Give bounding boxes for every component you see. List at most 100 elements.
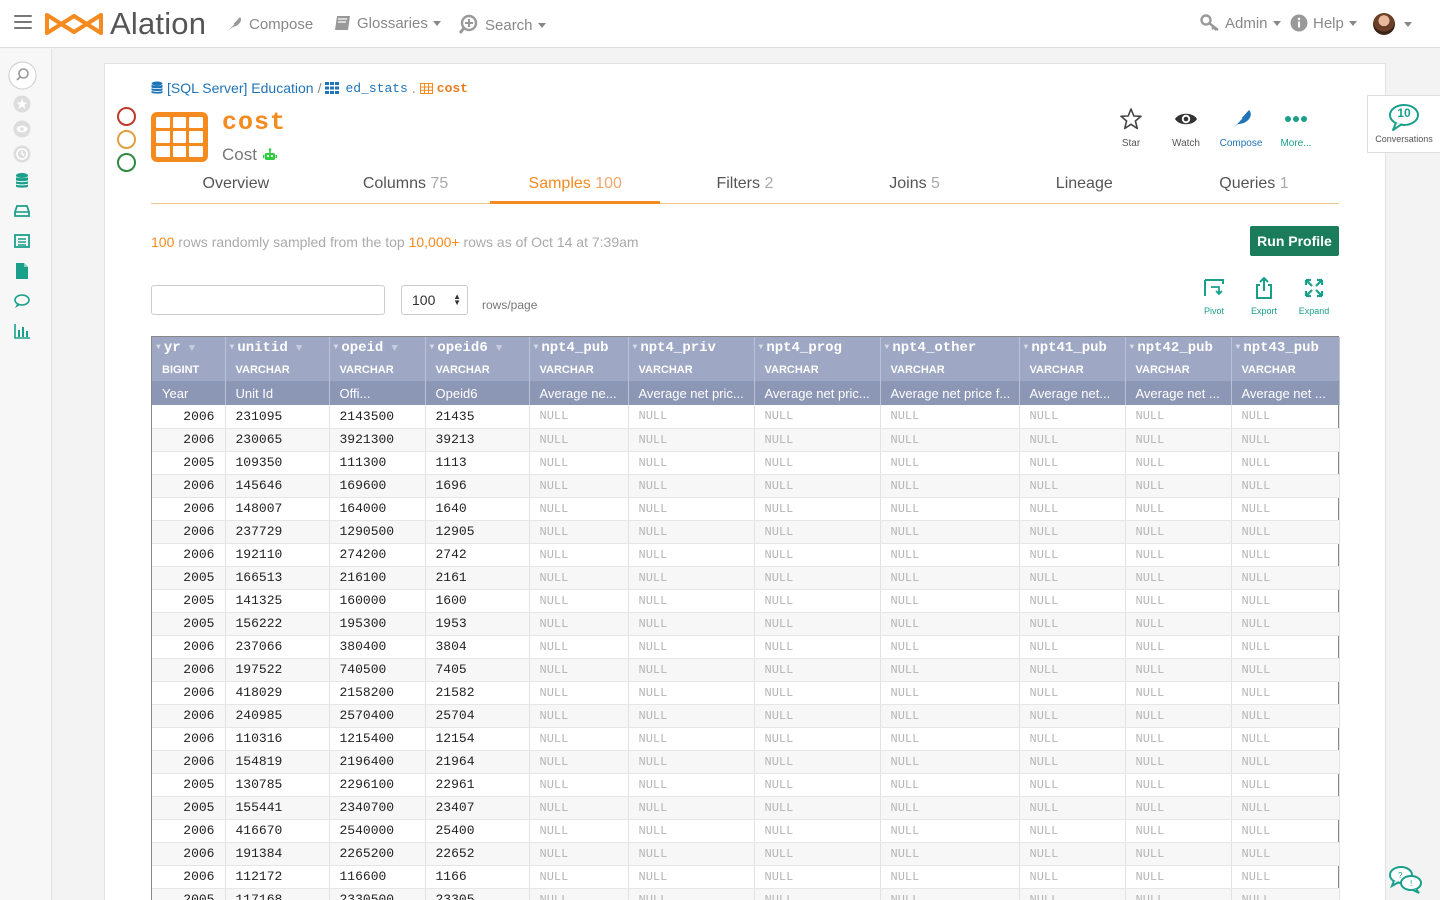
table-row[interactable]: 2006 230065 3921300 39213 NULL NULL NULL NULL NU… [152,428,1340,452]
column-header-yr[interactable]: ▼ yr ▼ [152,337,226,359]
column-header-npt42_pub[interactable]: ▼ npt42_pub [1125,337,1232,359]
database-icon[interactable] [13,172,31,190]
column-header-npt4_pub[interactable]: ▼ npt4_pub [529,337,629,359]
nav-search[interactable]: Search [458,14,546,36]
tab-queries[interactable]: Queries 1 [1169,168,1339,203]
nav-help[interactable]: Help [1290,14,1357,32]
sort-caret-icon[interactable]: ▼ [1024,343,1029,352]
alation-logo[interactable]: Alation [44,6,206,41]
bar-chart-icon[interactable] [13,322,31,340]
table-row[interactable]: 2005 155441 2340700 23407 NULL NULL NULL NULL NU… [152,796,1340,820]
tab-joins[interactable]: Joins 5 [830,168,1000,203]
column-header-npt4_other[interactable]: ▼ npt4_other [880,337,1020,359]
breadcrumb-datasource[interactable]: [SQL Server] Education [167,80,314,96]
sort-caret-icon[interactable]: ▼ [534,343,539,352]
conversations-widget[interactable]: 10 Conversations [1367,95,1440,153]
history-icon[interactable] [13,145,31,163]
document-icon[interactable] [13,262,31,280]
nav-glossaries[interactable]: Glossaries [333,14,441,32]
table-row[interactable]: 2006 416670 2540000 25400 NULL NULL NULL NULL NU… [152,819,1340,843]
sample-filter-input[interactable] [151,285,385,315]
table-row[interactable]: 2006 145646 169600 1696 NULL NULL NULL NULL NULL… [152,474,1340,498]
compose-button[interactable]: Compose [1211,106,1271,149]
column-header-npt41_pub[interactable]: ▼ npt41_pub [1019,337,1126,359]
table-row[interactable]: 2006 237729 1290500 12905 NULL NULL NULL NULL NU… [152,520,1340,544]
tab-filters[interactable]: Filters 2 [660,168,830,203]
cell-yr: 2006 [152,543,226,567]
table-row[interactable]: 2005 166513 216100 2161 NULL NULL NULL NULL NULL… [152,566,1340,590]
nav-admin[interactable]: Admin [1200,14,1281,32]
sort-caret-icon[interactable]: ▼ [633,343,638,352]
cell-null: NULL [1125,888,1232,900]
trust-flag-deprecated[interactable] [117,107,136,126]
column-filter-icon[interactable]: ▼ [496,343,503,355]
table-row[interactable]: 2006 197522 740500 7405 NULL NULL NULL NULL NULL… [152,658,1340,682]
sort-caret-icon[interactable]: ▼ [1130,343,1135,352]
search-icon[interactable] [8,61,37,90]
sort-caret-icon[interactable]: ▼ [430,343,435,352]
rows-per-page-select[interactable]: 100 ▲ ▼ [401,285,468,315]
svg-text:?: ? [1398,871,1403,880]
sort-caret-icon[interactable]: ▼ [156,343,161,352]
column-filter-icon[interactable]: ▼ [391,343,398,355]
tab-samples[interactable]: Samples 100 [490,168,660,204]
table-row[interactable]: 2006 154819 2196400 21964 NULL NULL NULL NULL NU… [152,750,1340,774]
comment-icon[interactable] [13,292,31,310]
cell-unitid: 155441 [225,796,330,820]
table-row[interactable]: 2006 192110 274200 2742 NULL NULL NULL NULL NULL… [152,543,1340,567]
column-filter-icon[interactable]: ▼ [296,343,303,355]
breadcrumb-schema[interactable]: ed_stats [345,81,407,96]
tab-samples-count: 100 [595,175,622,192]
column-header-opeid[interactable]: ▼ opeid ▼ [329,337,426,359]
export-button[interactable]: Export [1242,275,1286,316]
trust-flag-warning[interactable] [117,130,136,149]
table-row[interactable]: 2006 237066 380400 3804 NULL NULL NULL NULL NULL… [152,635,1340,659]
pivot-button[interactable]: Pivot [1192,275,1236,316]
expand-button[interactable]: Expand [1292,275,1336,316]
watch-button[interactable]: Watch [1156,106,1216,149]
table-row[interactable]: 2005 156222 195300 1953 NULL NULL NULL NULL NULL… [152,612,1340,636]
sort-caret-icon[interactable]: ▼ [885,343,890,352]
table-row[interactable]: 2006 418029 2158200 21582 NULL NULL NULL NULL NU… [152,681,1340,705]
cell-null: NULL [880,888,1020,900]
table-row[interactable]: 2006 231095 2143500 21435 NULL NULL NULL NULL NU… [152,405,1340,429]
table-row[interactable]: 2006 240985 2570400 25704 NULL NULL NULL NULL NU… [152,704,1340,728]
sort-caret-icon[interactable]: ▼ [759,343,764,352]
column-header-opeid6[interactable]: ▼ opeid6 ▼ [425,337,530,359]
table-list-icon[interactable] [13,232,31,250]
chat-help-button[interactable]: ?! [1388,864,1424,899]
sort-caret-icon[interactable]: ▼ [1236,343,1241,352]
column-header-npt4_priv[interactable]: ▼ npt4_priv [628,337,755,359]
table-row[interactable]: 2006 148007 164000 1640 NULL NULL NULL NULL NULL… [152,497,1340,521]
tab-overview[interactable]: Overview [151,168,321,203]
nav-compose[interactable]: Compose [224,14,313,34]
avatar-chevron-down-icon[interactable] [1404,22,1412,27]
column-filter-icon[interactable]: ▼ [189,343,196,355]
drive-icon[interactable] [13,202,31,220]
cell-opeid: 274200 [329,543,426,567]
star-button[interactable]: Star [1101,106,1161,149]
table-row[interactable]: 2006 110316 1215400 12154 NULL NULL NULL NULL NU… [152,727,1340,751]
table-row[interactable]: 2005 109350 111300 1113 NULL NULL NULL NULL NULL… [152,451,1340,475]
cell-yr: 2006 [152,635,226,659]
more-button[interactable]: More... [1266,106,1326,149]
table-row[interactable]: 2005 117168 2330500 23305 NULL NULL NULL NULL NU… [152,888,1340,900]
tab-lineage[interactable]: Lineage [999,168,1169,203]
column-header-unitid[interactable]: ▼ unitid ▼ [225,337,330,359]
column-header-npt4_prog[interactable]: ▼ npt4_prog [754,337,881,359]
table-row[interactable]: 2005 141325 160000 1600 NULL NULL NULL NULL NULL… [152,589,1340,613]
menu-icon[interactable] [14,15,32,29]
table-row[interactable]: 2005 130785 2296100 22961 NULL NULL NULL NULL NU… [152,773,1340,797]
tab-columns[interactable]: Columns 75 [321,168,491,203]
cell-null: NULL [628,658,755,682]
eye-icon[interactable] [13,120,31,138]
column-header-npt43_pub[interactable]: ▼ npt43_pub [1231,337,1340,359]
run-profile-button[interactable]: Run Profile [1250,226,1339,256]
table-row[interactable]: 2006 191384 2265200 22652 NULL NULL NULL NULL NU… [152,842,1340,866]
trust-flag-endorsed[interactable] [117,153,136,172]
sort-caret-icon[interactable]: ▼ [334,343,339,352]
star-icon[interactable] [13,95,31,113]
sort-caret-icon[interactable]: ▼ [230,343,235,352]
table-row[interactable]: 2006 112172 116600 1166 NULL NULL NULL NULL NULL… [152,865,1340,889]
avatar[interactable] [1373,13,1395,35]
